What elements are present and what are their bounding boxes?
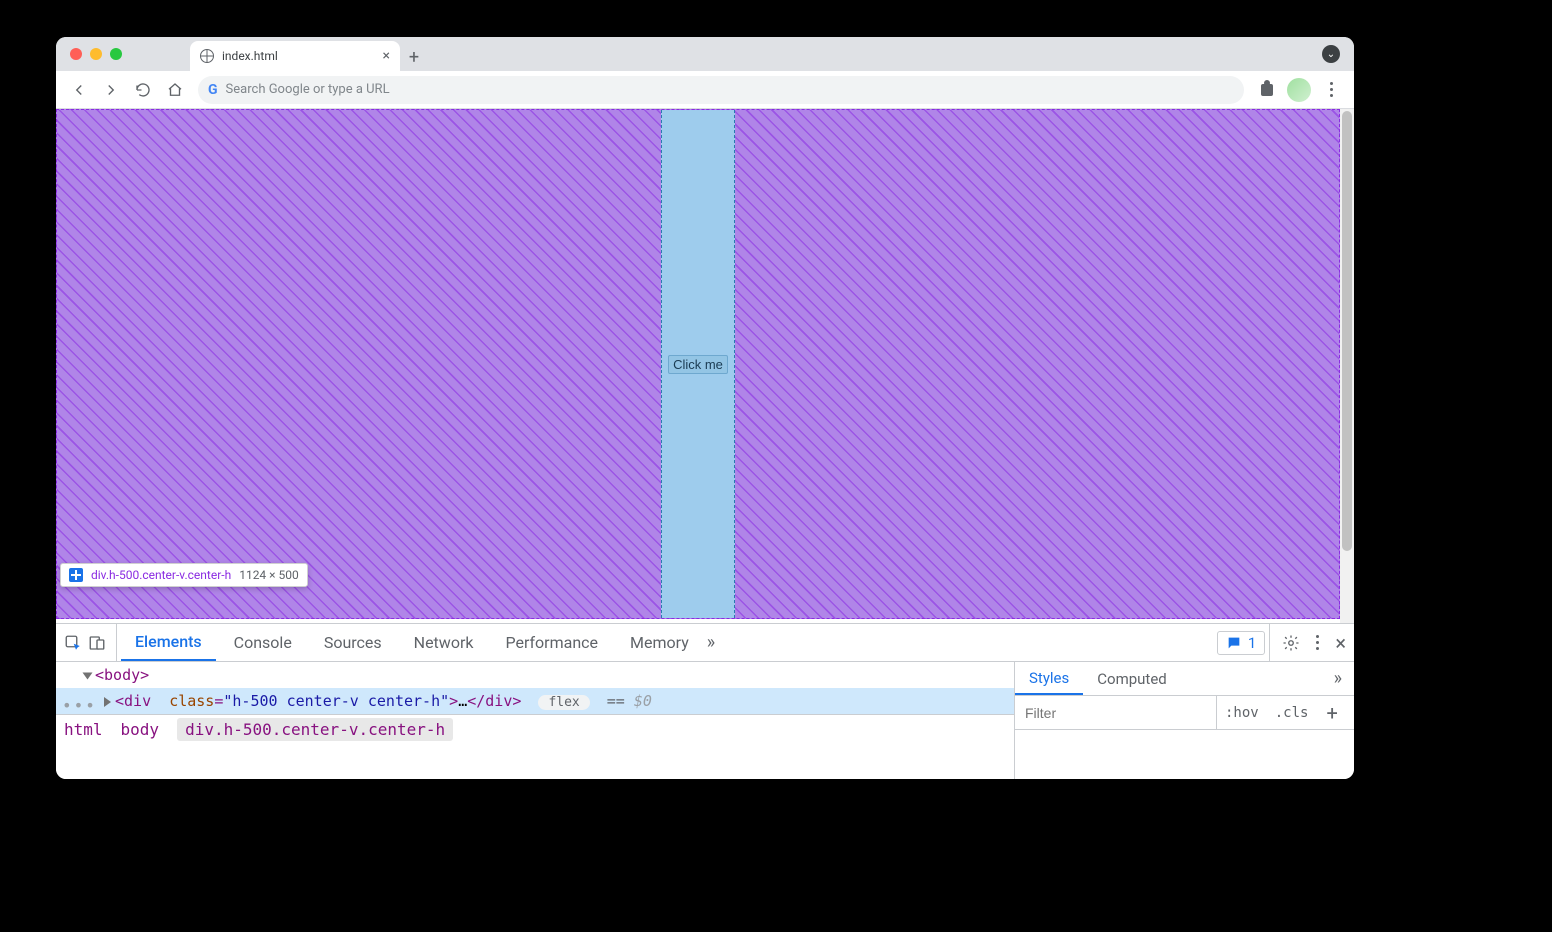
expand-triangle-icon[interactable] <box>83 672 93 679</box>
profile-button[interactable] <box>1284 75 1314 105</box>
flex-pill[interactable]: flex <box>538 695 589 710</box>
google-icon: G <box>208 82 218 98</box>
flex-badge-icon <box>69 568 83 582</box>
tab-title: index.html <box>222 49 278 63</box>
new-tab-button[interactable]: + <box>400 43 428 71</box>
styles-panel: Styles Computed » :hov .cls + <box>1014 662 1354 779</box>
tab-styles[interactable]: Styles <box>1015 662 1083 695</box>
crumb-div[interactable]: div.h-500.center-v.center-h <box>177 718 453 741</box>
styles-filter-input[interactable] <box>1015 696 1217 729</box>
tab-computed[interactable]: Computed <box>1083 662 1181 695</box>
devtools-menu-icon[interactable] <box>1316 635 1319 650</box>
device-toggle-icon[interactable] <box>88 634 106 652</box>
close-window-icon[interactable] <box>70 48 82 60</box>
crumb-html[interactable]: html <box>64 720 103 739</box>
tab-performance[interactable]: Performance <box>491 624 612 661</box>
puzzle-icon <box>1259 82 1275 98</box>
maximize-window-icon[interactable] <box>110 48 122 60</box>
dom-div-node[interactable]: <div class="h-500 center-v center-h">…</… <box>56 688 1014 714</box>
new-style-rule-button[interactable]: + <box>1316 701 1347 725</box>
breadcrumb: html body div.h-500.center-v.center-h <box>56 714 1014 744</box>
scrollbar-track[interactable] <box>1340 109 1354 623</box>
devtools-body: <body> ••• <div class="h-500 center-v ce… <box>56 662 1354 779</box>
browser-tab[interactable]: index.html × <box>190 41 400 71</box>
close-devtools-icon[interactable]: × <box>1335 631 1346 655</box>
element-inspect-tooltip: div.h-500.center-v.center-h 1124 × 500 <box>60 563 308 587</box>
browser-toolbar: G Search Google or type a URL <box>56 71 1354 109</box>
scrollbar-thumb[interactable] <box>1342 111 1352 551</box>
tab-strip: index.html × + ⌄ <box>56 37 1354 71</box>
page-viewport: Click me div.h-500.center-v.center-h 112… <box>56 109 1354 623</box>
elements-tree[interactable]: <body> ••• <div class="h-500 center-v ce… <box>56 662 1014 779</box>
more-tabs-icon[interactable]: » <box>707 632 715 653</box>
kebab-icon <box>1330 82 1333 97</box>
browser-menu-button[interactable] <box>1316 75 1346 105</box>
issues-count: 1 <box>1248 634 1256 652</box>
minimize-window-icon[interactable] <box>90 48 102 60</box>
computed-panel-toggle-icon[interactable] <box>1348 702 1354 724</box>
ellipsis-icon[interactable]: ••• <box>62 696 97 715</box>
crumb-body[interactable]: body <box>121 720 160 739</box>
chat-icon <box>1226 635 1242 651</box>
hov-toggle[interactable]: :hov <box>1217 705 1267 721</box>
styles-toolbar: :hov .cls + <box>1015 696 1354 730</box>
reload-button[interactable] <box>128 75 158 105</box>
avatar-icon <box>1287 78 1311 102</box>
click-me-button[interactable]: Click me <box>668 355 728 374</box>
cls-toggle[interactable]: .cls <box>1267 705 1317 721</box>
home-button[interactable] <box>160 75 190 105</box>
styles-tab-bar: Styles Computed » <box>1015 662 1354 696</box>
browser-window: index.html × + ⌄ G Search Google or type… <box>56 37 1354 779</box>
forward-button[interactable] <box>96 75 126 105</box>
address-bar[interactable]: G Search Google or type a URL <box>198 76 1244 104</box>
expand-triangle-icon[interactable] <box>104 697 111 707</box>
inspect-element-icon[interactable] <box>64 634 82 652</box>
extensions-button[interactable] <box>1252 75 1282 105</box>
tab-elements[interactable]: Elements <box>121 624 216 661</box>
issues-badge[interactable]: 1 <box>1217 631 1265 655</box>
tooltip-selector: div.h-500.center-v.center-h <box>91 568 231 582</box>
tab-sources[interactable]: Sources <box>310 624 396 661</box>
flex-container-overlay: Click me <box>56 109 1340 619</box>
tooltip-dimensions: 1124 × 500 <box>239 568 299 582</box>
devtools-panel: Elements Console Sources Network Perform… <box>56 623 1354 779</box>
tab-memory[interactable]: Memory <box>616 624 703 661</box>
tab-network[interactable]: Network <box>400 624 488 661</box>
globe-icon <box>200 49 214 63</box>
back-button[interactable] <box>64 75 94 105</box>
window-controls <box>66 37 128 71</box>
flex-item-overlay: Click me <box>661 110 735 618</box>
tab-list-button[interactable]: ⌄ <box>1322 45 1340 63</box>
dom-body-node[interactable]: <body> <box>56 662 1014 688</box>
address-bar-placeholder: Search Google or type a URL <box>226 82 390 97</box>
more-styles-tabs-icon[interactable]: » <box>1322 668 1354 689</box>
tab-console[interactable]: Console <box>220 624 306 661</box>
close-tab-icon[interactable]: × <box>383 49 390 63</box>
gear-icon[interactable] <box>1282 634 1300 652</box>
devtools-tab-bar: Elements Console Sources Network Perform… <box>56 624 1354 662</box>
